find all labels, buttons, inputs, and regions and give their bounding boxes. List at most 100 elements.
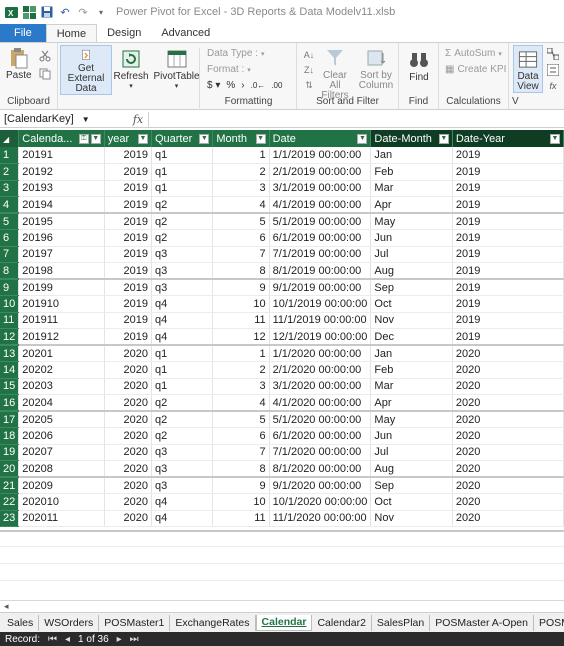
cell[interactable]: Aug xyxy=(370,460,453,478)
cell[interactable]: 2 xyxy=(212,163,270,181)
cell[interactable]: q2 xyxy=(151,427,214,445)
row-number[interactable]: 5 xyxy=(0,213,20,230)
cell[interactable]: Oct xyxy=(370,295,453,313)
cell[interactable]: 202011 xyxy=(18,510,105,527)
select-all-corner[interactable]: ◢ xyxy=(0,130,20,147)
first-record-icon[interactable]: ⏮ xyxy=(48,634,57,645)
cell[interactable]: 4 xyxy=(212,394,270,412)
cell[interactable]: q1 xyxy=(151,361,214,379)
cell[interactable]: 2020 xyxy=(452,444,564,461)
cell[interactable]: 4 xyxy=(212,196,270,214)
table-row[interactable]: 8 20198 2019 q3 8 8/1/2019 00:00:00 Aug 2019 xyxy=(0,262,564,280)
sheet-tab[interactable]: POSMaster B-Close xyxy=(534,615,564,631)
cell[interactable]: q4 xyxy=(151,295,214,313)
fx-icon[interactable]: fx xyxy=(128,113,148,126)
cell[interactable]: 2020 xyxy=(452,411,564,428)
cell[interactable]: 2020 xyxy=(452,378,564,395)
cell[interactable]: 7 xyxy=(212,246,270,263)
cell[interactable]: 1 xyxy=(212,345,270,362)
table-row[interactable]: 2 20192 2019 q1 2 2/1/2019 00:00:00 Feb 2019 xyxy=(0,163,564,181)
cell[interactable]: 2019 xyxy=(104,279,152,296)
paste-button[interactable]: Paste xyxy=(6,47,32,81)
filter-dropdown-icon[interactable]: ▼ xyxy=(357,133,368,144)
cell[interactable]: 20208 xyxy=(18,460,105,478)
table-row[interactable]: 20 20208 2020 q3 8 8/1/2020 00:00:00 Aug 2020 xyxy=(0,460,564,478)
cell[interactable]: 2019 xyxy=(452,246,564,263)
cell[interactable]: 20207 xyxy=(18,444,105,461)
cell[interactable]: q2 xyxy=(151,196,214,214)
sheet-tab[interactable]: ExchangeRates xyxy=(170,614,256,631)
filter-dropdown-icon[interactable]: ▼ xyxy=(137,133,148,144)
cell[interactable]: 2019 xyxy=(104,213,152,230)
filter-dropdown-icon[interactable]: ▼ xyxy=(90,133,101,144)
cell[interactable]: 2 xyxy=(212,361,270,379)
cell[interactable]: 20199 xyxy=(18,279,105,296)
row-number[interactable]: 4 xyxy=(0,196,20,214)
table-row[interactable]: 3 20193 2019 q1 3 3/1/2019 00:00:00 Mar 2019 xyxy=(0,180,564,197)
cell[interactable]: Jun xyxy=(370,229,453,247)
find-button[interactable]: Find xyxy=(405,49,433,83)
cell[interactable]: 6 xyxy=(212,229,270,247)
cell[interactable]: 9 xyxy=(212,477,270,494)
create-kpi-button[interactable]: ▦ Create KPI xyxy=(445,64,506,75)
cell[interactable]: Feb xyxy=(370,361,453,379)
cell[interactable]: 6/1/2019 00:00:00 xyxy=(269,229,372,247)
cell[interactable]: 2019 xyxy=(104,196,152,214)
cell[interactable]: 10 xyxy=(212,295,270,313)
cell[interactable]: q4 xyxy=(151,328,214,346)
cell[interactable]: 2020 xyxy=(104,477,152,494)
cell[interactable]: 10/1/2020 00:00:00 xyxy=(269,493,372,511)
sort-by-column-button[interactable]: Sort by Column xyxy=(356,47,396,91)
cell[interactable]: 2019 xyxy=(104,229,152,247)
increase-decimal-icon[interactable]: .0← xyxy=(251,81,266,90)
cell[interactable]: q3 xyxy=(151,262,214,280)
cell[interactable]: 3/1/2019 00:00:00 xyxy=(269,180,372,197)
cell[interactable]: 2019 xyxy=(104,328,152,346)
tab-file[interactable]: File xyxy=(0,24,46,42)
cell[interactable]: 2019 xyxy=(104,262,152,280)
powerpivot-icon[interactable] xyxy=(22,5,36,19)
cell[interactable]: 201911 xyxy=(18,312,105,329)
cell[interactable]: 2019 xyxy=(104,312,152,329)
cell[interactable]: 2019 xyxy=(452,147,564,164)
cell[interactable]: May xyxy=(370,213,453,230)
scroll-left-icon[interactable]: ◂ xyxy=(4,601,9,612)
table-row[interactable]: 21 20209 2020 q3 9 9/1/2020 00:00:00 Sep 2020 xyxy=(0,477,564,494)
data-view-button[interactable]: Data View xyxy=(513,45,543,93)
cell[interactable]: 9 xyxy=(212,279,270,296)
cell[interactable]: 2020 xyxy=(104,378,152,395)
next-record-icon[interactable]: ▸ xyxy=(117,634,122,645)
row-number[interactable]: 11 xyxy=(0,312,20,329)
table-row[interactable]: 6 20196 2019 q2 6 6/1/2019 00:00:00 Jun 2019 xyxy=(0,229,564,247)
cell[interactable]: q1 xyxy=(151,345,214,362)
cell[interactable]: 11/1/2019 00:00:00 xyxy=(269,312,372,329)
row-number[interactable]: 16 xyxy=(0,394,20,412)
cell[interactable]: 20203 xyxy=(18,378,105,395)
cell[interactable]: 20194 xyxy=(18,196,105,214)
cell[interactable]: 20191 xyxy=(18,147,105,164)
cell[interactable]: 2020 xyxy=(104,394,152,412)
sort-asc-icon[interactable]: A↓ xyxy=(302,48,316,62)
row-number[interactable]: 6 xyxy=(0,229,20,247)
cell[interactable]: 2020 xyxy=(104,427,152,445)
cell[interactable]: q3 xyxy=(151,279,214,296)
name-box[interactable]: [CalendarKey] ▼ xyxy=(0,112,128,127)
cell[interactable]: 2019 xyxy=(104,246,152,263)
cell[interactable]: q2 xyxy=(151,411,214,428)
row-number[interactable]: 18 xyxy=(0,427,20,445)
cell[interactable]: Mar xyxy=(370,180,453,197)
cell[interactable]: Sep xyxy=(370,477,453,494)
row-number[interactable]: 7 xyxy=(0,246,20,263)
row-number[interactable]: 22 xyxy=(0,493,20,511)
sheet-tab[interactable]: Calendar xyxy=(255,614,313,631)
cell[interactable]: 2/1/2020 00:00:00 xyxy=(269,361,372,379)
column-header-4[interactable]: Date ▼ xyxy=(269,130,372,147)
cell[interactable]: 8 xyxy=(212,262,270,280)
cell[interactable]: 1 xyxy=(212,147,270,164)
cell[interactable]: Jul xyxy=(370,444,453,461)
cell[interactable]: 7/1/2019 00:00:00 xyxy=(269,246,372,263)
filter-dropdown-icon[interactable]: ▼ xyxy=(550,133,560,144)
cell[interactable]: 11 xyxy=(212,510,270,527)
cell[interactable]: 2019 xyxy=(452,295,564,313)
cell[interactable]: 20204 xyxy=(18,394,105,412)
